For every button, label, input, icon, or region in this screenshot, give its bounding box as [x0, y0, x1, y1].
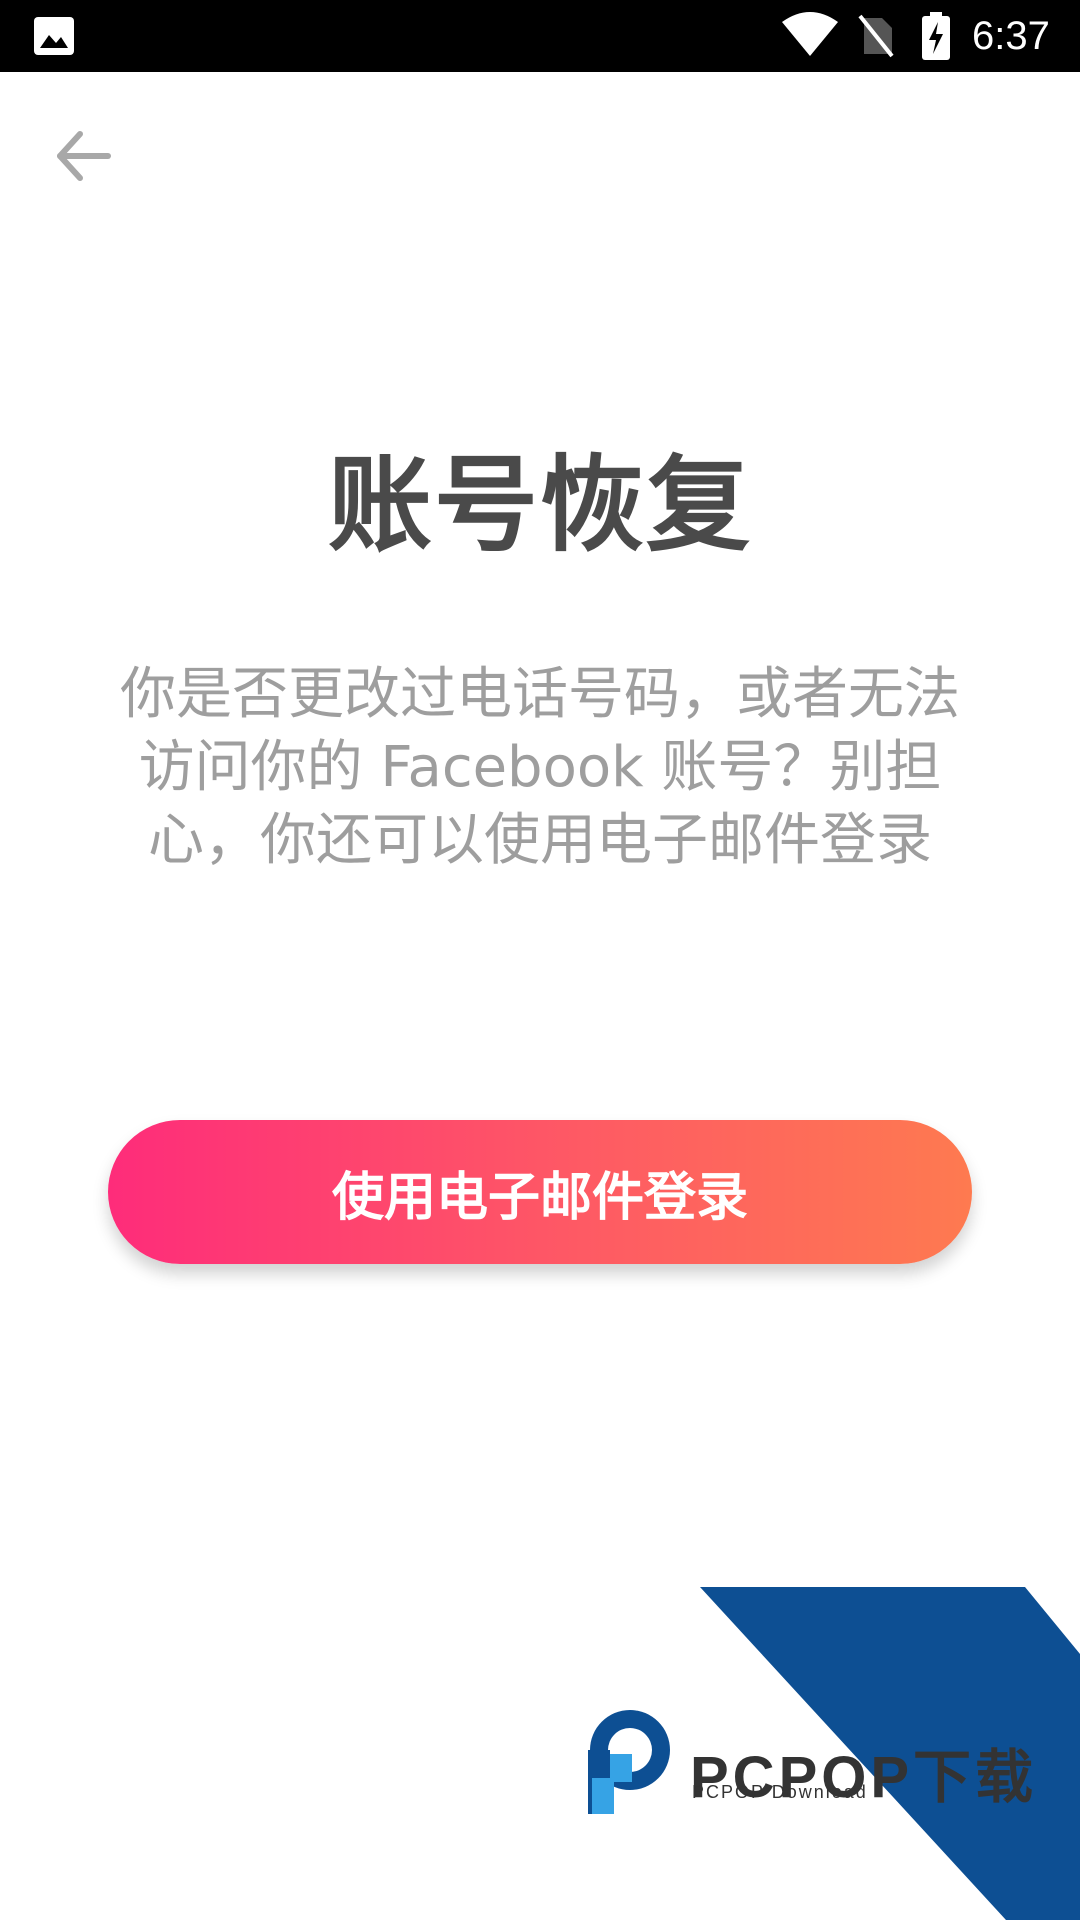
gallery-icon: [34, 17, 74, 55]
recovery-description: 你是否更改过电话号码，或者无法访问你的 Facebook 账号？别担心，你还可以…: [120, 662, 960, 873]
wifi-icon: [782, 12, 838, 56]
email-login-button[interactable]: 使用电子邮件登录: [108, 1120, 972, 1264]
back-button[interactable]: [50, 124, 118, 192]
battery-charging-icon: [922, 12, 950, 60]
status-bar: 6:37: [0, 0, 1080, 72]
page-title: 账号恢复: [327, 444, 752, 566]
watermark-banner: [700, 1587, 1080, 1920]
no-sim-icon: [858, 14, 894, 58]
pcpop-logo-icon: [588, 1710, 670, 1814]
account-recovery-screen: 6:37 账号恢复 你是否更改过电话号码，或者无法访问你的 Facebook 账…: [0, 0, 1080, 1920]
arrow-left-icon: [57, 131, 111, 181]
status-time: 6:37: [972, 14, 1050, 58]
watermark-subtitle: PCPOP Download: [692, 1782, 868, 1802]
